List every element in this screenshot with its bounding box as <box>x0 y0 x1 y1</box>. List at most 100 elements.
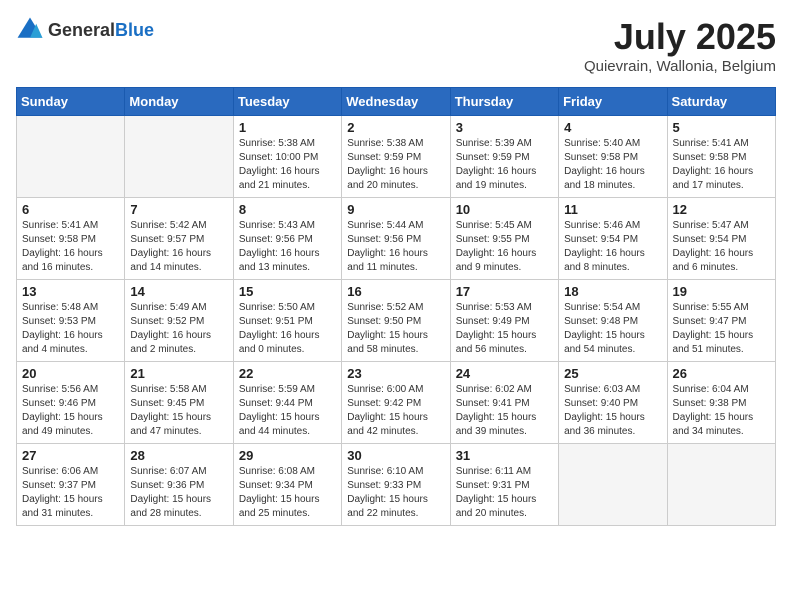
day-info: Sunrise: 6:11 AMSunset: 9:31 PMDaylight:… <box>456 465 553 521</box>
day-info: Sunrise: 5:46 AMSunset: 9:54 PMDaylight:… <box>564 219 661 275</box>
day-number: 27 <box>22 448 119 463</box>
calendar-cell <box>559 444 667 526</box>
day-info: Sunrise: 5:45 AMSunset: 9:55 PMDaylight:… <box>456 219 553 275</box>
calendar-week-row: 13 Sunrise: 5:48 AMSunset: 9:53 PMDayligh… <box>17 280 776 362</box>
day-number: 2 <box>347 120 444 135</box>
calendar-cell: 18 Sunrise: 5:54 AMSunset: 9:48 PMDayligh… <box>559 280 667 362</box>
day-number: 17 <box>456 284 553 299</box>
day-info: Sunrise: 6:04 AMSunset: 9:38 PMDaylight:… <box>673 383 770 439</box>
day-number: 14 <box>130 284 227 299</box>
logo-general: General <box>48 20 115 40</box>
day-of-week-header: Tuesday <box>233 88 341 116</box>
day-number: 1 <box>239 120 336 135</box>
logo: GeneralBlue <box>16 16 154 44</box>
calendar-header-row: SundayMondayTuesdayWednesdayThursdayFrid… <box>17 88 776 116</box>
logo-text: GeneralBlue <box>48 20 154 41</box>
calendar-week-row: 6Sunrise: 5:41 AMSunset: 9:58 PMDaylight… <box>17 198 776 280</box>
title-block: July 2025 Quievrain, Wallonia, Belgium <box>584 16 776 75</box>
day-info: Sunrise: 5:40 AMSunset: 9:58 PMDaylight:… <box>564 137 661 193</box>
day-info: Sunrise: 6:03 AMSunset: 9:40 PMDaylight:… <box>564 383 661 439</box>
calendar-cell: 6Sunrise: 5:41 AMSunset: 9:58 PMDaylight… <box>17 198 125 280</box>
day-info: Sunrise: 6:06 AMSunset: 9:37 PMDaylight:… <box>22 465 119 521</box>
day-number: 8 <box>239 202 336 217</box>
page-header: GeneralBlue July 2025 Quievrain, Walloni… <box>16 16 776 75</box>
day-number: 11 <box>564 202 661 217</box>
day-info: Sunrise: 5:54 AMSunset: 9:48 PMDaylight:… <box>564 301 661 357</box>
calendar-week-row: 20 Sunrise: 5:56 AMSunset: 9:46 PMDayligh… <box>17 362 776 444</box>
day-number: 22 <box>239 366 336 381</box>
day-number: 4 <box>564 120 661 135</box>
day-of-week-header: Sunday <box>17 88 125 116</box>
calendar-cell: 15Sunrise: 5:50 AMSunset: 9:51 PMDayligh… <box>233 280 341 362</box>
day-number: 19 <box>673 284 770 299</box>
day-info: Sunrise: 6:07 AMSunset: 9:36 PMDaylight:… <box>130 465 227 521</box>
day-number: 12 <box>673 202 770 217</box>
day-number: 23 <box>347 366 444 381</box>
calendar-cell: 23 Sunrise: 6:00 AMSunset: 9:42 PMDayligh… <box>342 362 450 444</box>
calendar-cell: 21 Sunrise: 5:58 AMSunset: 9:45 PMDayligh… <box>125 362 233 444</box>
calendar-cell: 12 Sunrise: 5:47 AMSunset: 9:54 PMDayligh… <box>667 198 775 280</box>
day-info: Sunrise: 5:38 AMSunset: 9:59 PMDaylight:… <box>347 137 444 193</box>
day-number: 25 <box>564 366 661 381</box>
calendar-week-row: 27 Sunrise: 6:06 AMSunset: 9:37 PMDayligh… <box>17 444 776 526</box>
day-info: Sunrise: 6:10 AMSunset: 9:33 PMDaylight:… <box>347 465 444 521</box>
day-info: Sunrise: 5:42 AMSunset: 9:57 PMDaylight:… <box>130 219 227 275</box>
calendar-cell: 29 Sunrise: 6:08 AMSunset: 9:34 PMDayligh… <box>233 444 341 526</box>
day-number: 16 <box>347 284 444 299</box>
day-info: Sunrise: 5:39 AMSunset: 9:59 PMDaylight:… <box>456 137 553 193</box>
calendar-cell: 5Sunrise: 5:41 AMSunset: 9:58 PMDaylight… <box>667 116 775 198</box>
calendar-table: SundayMondayTuesdayWednesdayThursdayFrid… <box>16 87 776 526</box>
day-number: 7 <box>130 202 227 217</box>
day-of-week-header: Wednesday <box>342 88 450 116</box>
calendar-cell: 19 Sunrise: 5:55 AMSunset: 9:47 PMDayligh… <box>667 280 775 362</box>
calendar-cell: 14Sunrise: 5:49 AMSunset: 9:52 PMDayligh… <box>125 280 233 362</box>
location-title: Quievrain, Wallonia, Belgium <box>584 58 776 75</box>
day-number: 9 <box>347 202 444 217</box>
day-info: Sunrise: 5:55 AMSunset: 9:47 PMDaylight:… <box>673 301 770 357</box>
calendar-cell: 20 Sunrise: 5:56 AMSunset: 9:46 PMDayligh… <box>17 362 125 444</box>
day-number: 31 <box>456 448 553 463</box>
day-info: Sunrise: 5:56 AMSunset: 9:46 PMDaylight:… <box>22 383 119 439</box>
calendar-cell: 26 Sunrise: 6:04 AMSunset: 9:38 PMDayligh… <box>667 362 775 444</box>
calendar-cell: 4 Sunrise: 5:40 AMSunset: 9:58 PMDaylight… <box>559 116 667 198</box>
day-number: 18 <box>564 284 661 299</box>
day-info: Sunrise: 5:41 AMSunset: 9:58 PMDaylight:… <box>22 219 119 275</box>
day-info: Sunrise: 5:43 AMSunset: 9:56 PMDaylight:… <box>239 219 336 275</box>
logo-blue: Blue <box>115 20 154 40</box>
calendar-cell: 27 Sunrise: 6:06 AMSunset: 9:37 PMDayligh… <box>17 444 125 526</box>
day-number: 26 <box>673 366 770 381</box>
calendar-cell: 1Sunrise: 5:38 AMSunset: 10:00 PMDayligh… <box>233 116 341 198</box>
day-info: Sunrise: 5:58 AMSunset: 9:45 PMDaylight:… <box>130 383 227 439</box>
day-number: 5 <box>673 120 770 135</box>
day-of-week-header: Saturday <box>667 88 775 116</box>
day-number: 21 <box>130 366 227 381</box>
day-info: Sunrise: 5:48 AMSunset: 9:53 PMDaylight:… <box>22 301 119 357</box>
calendar-cell: 8 Sunrise: 5:43 AMSunset: 9:56 PMDaylight… <box>233 198 341 280</box>
day-number: 28 <box>130 448 227 463</box>
day-info: Sunrise: 6:00 AMSunset: 9:42 PMDaylight:… <box>347 383 444 439</box>
calendar-cell: 9 Sunrise: 5:44 AMSunset: 9:56 PMDaylight… <box>342 198 450 280</box>
day-of-week-header: Friday <box>559 88 667 116</box>
day-number: 24 <box>456 366 553 381</box>
day-info: Sunrise: 5:52 AMSunset: 9:50 PMDaylight:… <box>347 301 444 357</box>
calendar-cell: 28 Sunrise: 6:07 AMSunset: 9:36 PMDayligh… <box>125 444 233 526</box>
calendar-cell: 11 Sunrise: 5:46 AMSunset: 9:54 PMDayligh… <box>559 198 667 280</box>
day-of-week-header: Thursday <box>450 88 558 116</box>
calendar-cell <box>667 444 775 526</box>
day-number: 29 <box>239 448 336 463</box>
calendar-week-row: 1Sunrise: 5:38 AMSunset: 10:00 PMDayligh… <box>17 116 776 198</box>
day-info: Sunrise: 5:47 AMSunset: 9:54 PMDaylight:… <box>673 219 770 275</box>
calendar-cell: 30Sunrise: 6:10 AMSunset: 9:33 PMDayligh… <box>342 444 450 526</box>
calendar-cell: 31 Sunrise: 6:11 AMSunset: 9:31 PMDayligh… <box>450 444 558 526</box>
calendar-cell: 7 Sunrise: 5:42 AMSunset: 9:57 PMDaylight… <box>125 198 233 280</box>
day-number: 13 <box>22 284 119 299</box>
logo-icon <box>16 16 44 44</box>
day-info: Sunrise: 6:08 AMSunset: 9:34 PMDaylight:… <box>239 465 336 521</box>
day-info: Sunrise: 5:44 AMSunset: 9:56 PMDaylight:… <box>347 219 444 275</box>
day-info: Sunrise: 5:53 AMSunset: 9:49 PMDaylight:… <box>456 301 553 357</box>
calendar-cell: 25 Sunrise: 6:03 AMSunset: 9:40 PMDayligh… <box>559 362 667 444</box>
day-number: 20 <box>22 366 119 381</box>
day-of-week-header: Monday <box>125 88 233 116</box>
calendar-cell: 10Sunrise: 5:45 AMSunset: 9:55 PMDayligh… <box>450 198 558 280</box>
month-title: July 2025 <box>584 16 776 58</box>
